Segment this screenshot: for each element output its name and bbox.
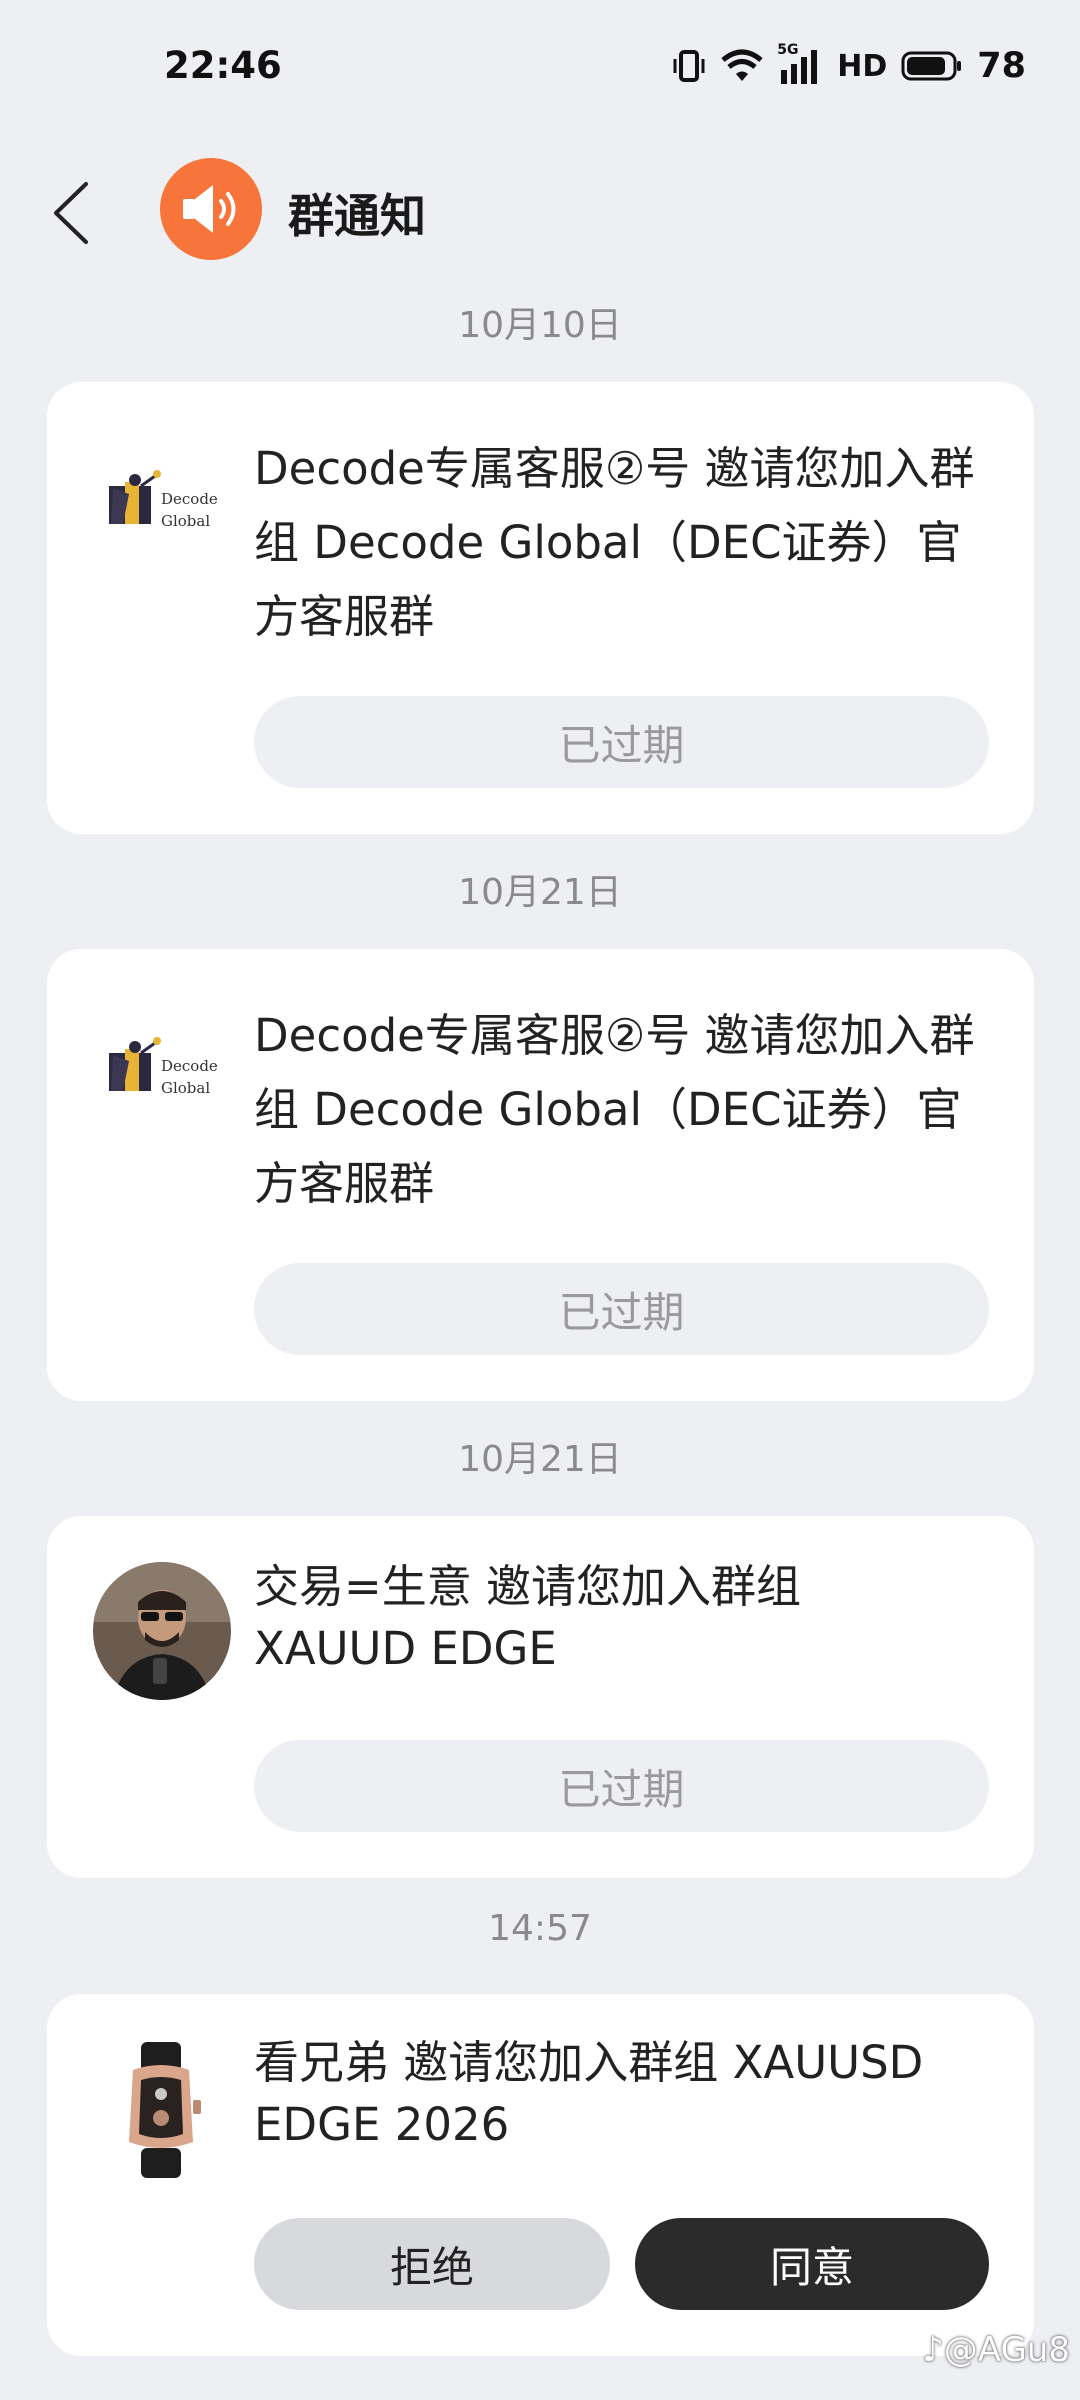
svg-text:Decode: Decode: [161, 1057, 218, 1075]
watch-avatar[interactable]: [93, 2042, 229, 2178]
person-photo: [93, 1562, 231, 1700]
notification-text: Decode专属客服②号 邀请您加入群组 Decode Global（DEC证券…: [254, 442, 975, 643]
decode-global-avatar[interactable]: Decode Global: [93, 1003, 229, 1139]
decode-global-logo: Decode Global: [109, 470, 218, 530]
wifi-icon: [721, 49, 763, 83]
notification-text: 交易=生意 邀请您加入群组 XAUUD EDGE: [254, 1556, 988, 1680]
cellular-signal-icon: 5G: [777, 42, 823, 86]
watch-image: [129, 2042, 201, 2178]
watermark: ♪@AGu8: [922, 2330, 1070, 2370]
expired-status: 已过期: [254, 1740, 989, 1832]
date-separator: 10月21日: [458, 872, 622, 913]
douyin-logo-icon: ♪: [922, 2330, 944, 2370]
battery-percent: 78: [977, 46, 1026, 86]
vibrate-icon: [671, 48, 707, 84]
speaker-icon: [183, 185, 236, 233]
hd-label: HD: [837, 48, 888, 84]
page-title: 群通知: [288, 189, 426, 243]
notification-card: Decode Global Decode专属客服②号 邀请您加入群组 Decod…: [47, 949, 1034, 1401]
back-arrow-icon: [54, 182, 88, 244]
expired-status: 已过期: [254, 1263, 989, 1355]
date-separator: 14:57: [488, 1908, 592, 1949]
notification-text: Decode专属客服②号 邀请您加入群组 Decode Global（DEC证券…: [254, 1009, 975, 1210]
status-time: 22:46: [164, 44, 282, 87]
svg-text:Global: Global: [161, 512, 210, 530]
group-notice-avatar: [160, 158, 262, 260]
decode-global-avatar[interactable]: Decode Global: [93, 436, 229, 572]
header: 群通知: [0, 150, 1080, 270]
expired-status: 已过期: [254, 696, 989, 788]
svg-text:Global: Global: [161, 1079, 210, 1097]
user-avatar[interactable]: [93, 1562, 231, 1700]
notification-text-line: 看兄弟 邀请您加入群组 XAUUSD: [254, 2036, 924, 2089]
notification-card: 看兄弟 邀请您加入群组 XAUUSD EDGE 2026 拒绝 同意: [47, 1994, 1034, 2356]
decode-global-logo: Decode Global: [109, 1037, 218, 1097]
notification-text-line: EDGE 2026: [254, 2098, 510, 2151]
notification-text-line: XAUUD EDGE: [254, 1622, 557, 1675]
battery-icon: [901, 50, 963, 82]
date-separator: 10月10日: [458, 305, 622, 346]
back-button[interactable]: [48, 178, 98, 248]
status-icons: 5G HD 78: [671, 42, 1026, 88]
notification-card: 交易=生意 邀请您加入群组 XAUUD EDGE 已过期: [47, 1516, 1034, 1878]
svg-text:Decode: Decode: [161, 490, 218, 508]
reject-button[interactable]: 拒绝: [254, 2218, 610, 2310]
notification-text-line: 交易=生意 邀请您加入群组: [254, 1560, 802, 1613]
date-separator: 10月21日: [458, 1439, 622, 1480]
accept-button[interactable]: 同意: [635, 2218, 989, 2310]
notification-text: 看兄弟 邀请您加入群组 XAUUSD EDGE 2026: [254, 2032, 988, 2156]
status-bar: 22:46 5G HD 78: [0, 0, 1080, 140]
notification-card: Decode Global Decode专属客服②号 邀请您加入群组 Decod…: [47, 382, 1034, 834]
